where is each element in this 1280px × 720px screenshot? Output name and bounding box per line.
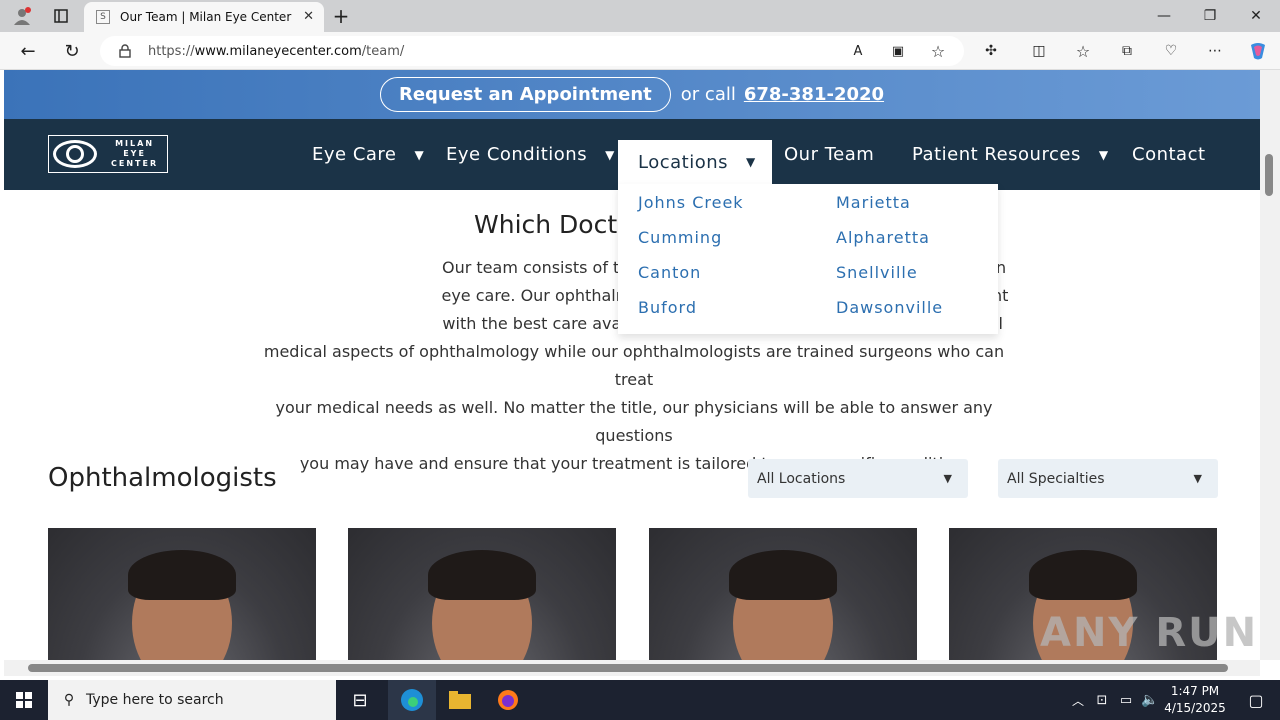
chevron-down-icon: ▼ — [414, 147, 425, 162]
location-dawsonville[interactable]: Dawsonville — [836, 298, 943, 317]
location-snellville[interactable]: Snellville — [836, 263, 918, 282]
location-buford[interactable]: Buford — [638, 298, 697, 317]
windows-taskbar: ⚲ Type here to search ⊟ ︿ ⊡ ▭ 🔈 1:47 PM … — [0, 680, 1280, 720]
url-prefix: https:// — [148, 43, 195, 59]
browser-toolbar: ← ↻ https://www.milaneyecenter.com/team/… — [0, 32, 1280, 70]
volume-icon[interactable]: 🔈 — [1138, 680, 1162, 720]
back-icon[interactable]: ← — [16, 39, 40, 63]
doctor-photo[interactable] — [649, 528, 917, 660]
collections-icon[interactable]: ⧉ — [1116, 40, 1138, 62]
taskbar-clock[interactable]: 1:47 PM 4/15/2025 — [1160, 683, 1230, 717]
url-host: www.milaneyecenter.com — [194, 43, 362, 59]
split-screen-icon[interactable]: ◫ — [1028, 40, 1050, 62]
copilot-icon[interactable] — [1246, 40, 1270, 62]
refresh-icon[interactable]: ↻ — [60, 39, 84, 63]
extensions-icon[interactable]: ✣ — [980, 40, 1002, 62]
close-tab-icon[interactable]: ✕ — [303, 9, 314, 24]
location-alpharetta[interactable]: Alpharetta — [836, 228, 930, 247]
lock-icon[interactable] — [118, 43, 132, 59]
logo-text: MILAN EYE CENTER — [111, 139, 159, 168]
location-johns-creek[interactable]: Johns Creek — [638, 193, 744, 212]
tab-title: Our Team | Milan Eye Center — [120, 10, 292, 24]
favorites-icon[interactable]: ☆ — [1072, 40, 1094, 62]
edge-taskbar-icon[interactable] — [388, 680, 436, 720]
url-path: /team/ — [361, 43, 405, 59]
chevron-down-icon: ▼ — [1098, 147, 1109, 162]
request-appointment-button[interactable]: Request an Appointment — [379, 77, 671, 112]
site-logo[interactable]: MILAN EYE CENTER — [48, 135, 168, 173]
profile-icon[interactable] — [8, 4, 36, 28]
doctor-photo[interactable] — [348, 528, 616, 660]
restore-icon[interactable]: ❐ — [1196, 4, 1224, 28]
address-field[interactable]: https://www.milaneyecenter.com/team/ A ▣… — [100, 36, 964, 66]
horizontal-scroll-thumb[interactable] — [28, 664, 1228, 672]
windows-start-icon[interactable] — [0, 680, 48, 720]
vertical-scrollbar[interactable] — [1260, 70, 1280, 660]
nav-contact[interactable]: Contact — [1132, 119, 1206, 190]
tab-actions-icon[interactable] — [48, 4, 74, 28]
location-cumming[interactable]: Cumming — [638, 228, 722, 247]
tray-device-icon[interactable]: ⊡ — [1090, 680, 1114, 720]
notifications-icon[interactable]: ▢ — [1232, 680, 1280, 720]
read-aloud-icon[interactable]: A — [848, 42, 868, 60]
phone-link[interactable]: 678-381-2020 — [744, 84, 884, 105]
section-title: Ophthalmologists — [48, 463, 277, 493]
eye-logo-icon — [53, 140, 97, 168]
browser-essentials-icon[interactable]: ♡ — [1160, 40, 1182, 62]
firefox-icon[interactable] — [484, 680, 532, 720]
specialty-filter-select[interactable]: All Specialties ▼ — [998, 459, 1218, 498]
nav-eye-conditions[interactable]: Eye Conditions ▼ — [446, 119, 615, 190]
horizontal-scrollbar[interactable] — [4, 660, 1260, 676]
vertical-scroll-thumb[interactable] — [1265, 154, 1273, 196]
appointment-banner: Request an Appointment or call 678-381-2… — [4, 70, 1260, 119]
chevron-down-icon: ▼ — [605, 147, 615, 162]
tray-chevron-up-icon[interactable]: ︿ — [1064, 680, 1092, 720]
location-filter-select[interactable]: All Locations ▼ — [748, 459, 968, 498]
caret-down-icon: ▼ — [1193, 472, 1202, 485]
or-call-text: or call — [680, 84, 736, 105]
location-canton[interactable]: Canton — [638, 263, 701, 282]
new-tab-button[interactable]: + — [330, 4, 352, 28]
locations-dropdown: Johns Creek Cumming Canton Buford Mariet… — [618, 184, 998, 334]
caret-down-icon: ▼ — [943, 472, 952, 485]
nav-our-team[interactable]: Our Team — [784, 119, 874, 190]
location-marietta[interactable]: Marietta — [836, 193, 911, 212]
intro-line: your medical needs as well. No matter th… — [275, 398, 993, 445]
chevron-down-icon: ▼ — [746, 155, 756, 169]
main-navigation: MILAN EYE CENTER Eye Care ▼ Eye Conditions ▼… — [4, 119, 1260, 190]
file-explorer-icon[interactable] — [436, 680, 484, 720]
task-view-icon[interactable]: ⊟ — [336, 680, 384, 720]
favicon-icon: S — [96, 10, 110, 24]
intro-line: medical aspects of ophthalmology while o… — [263, 342, 1005, 389]
browser-tab-bar: S Our Team | Milan Eye Center ✕ + — ❐ ✕ — [0, 0, 1280, 32]
immersive-reader-icon[interactable]: ▣ — [888, 42, 908, 60]
search-icon: ⚲ — [63, 692, 75, 708]
active-tab[interactable]: S Our Team | Milan Eye Center ✕ — [84, 2, 324, 32]
anyrun-watermark: ANY RUN — [1040, 610, 1259, 656]
favorite-star-icon[interactable]: ☆ — [928, 42, 948, 61]
nav-eye-care[interactable]: Eye Care ▼ — [312, 119, 424, 190]
doctor-photo[interactable] — [48, 528, 316, 660]
minimize-icon[interactable]: — — [1150, 4, 1178, 28]
more-menu-icon[interactable]: ⋯ — [1204, 40, 1226, 62]
nav-locations[interactable]: Locations ▼ — [618, 140, 772, 184]
web-page: Request an Appointment or call 678-381-2… — [4, 70, 1260, 660]
nav-patient-resources[interactable]: Patient Resources ▼ — [912, 119, 1109, 190]
taskbar-search-input[interactable]: ⚲ Type here to search — [48, 680, 336, 720]
network-icon[interactable]: ▭ — [1114, 680, 1138, 720]
close-window-icon[interactable]: ✕ — [1242, 4, 1270, 28]
